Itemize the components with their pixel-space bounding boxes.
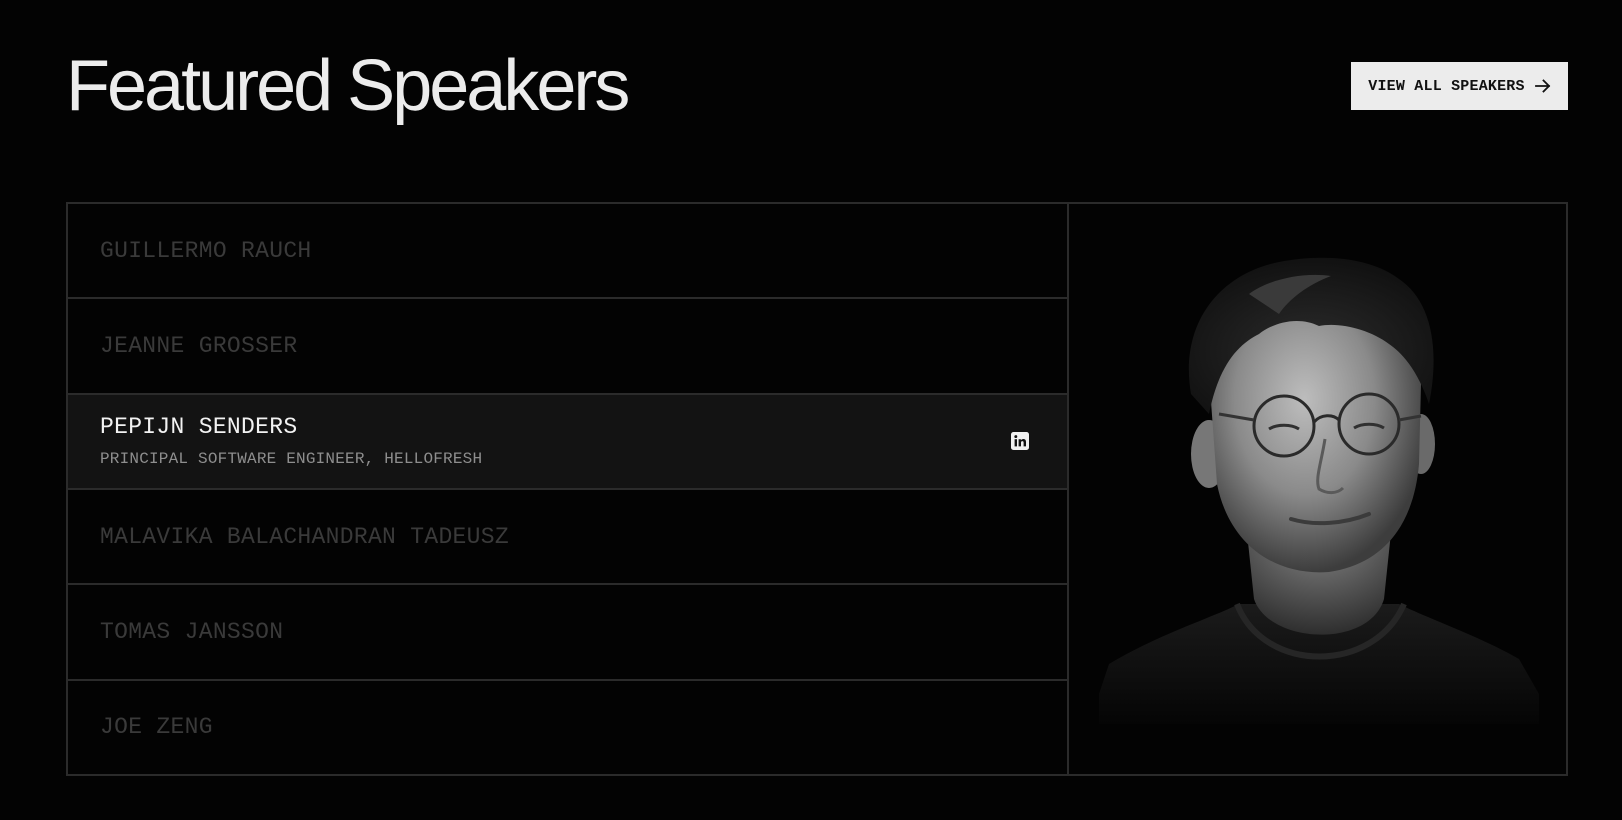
speaker-name: GUILLERMO RAUCH <box>100 237 312 264</box>
speaker-name: TOMAS JANSSON <box>100 618 284 645</box>
arrow-right-icon <box>1534 79 1550 93</box>
speaker-name: PEPIJN SENDERS <box>100 414 298 441</box>
speaker-row-tomas-jansson[interactable]: TOMAS JANSSON <box>68 585 1067 681</box>
speaker-name: JEANNE GROSSER <box>100 332 298 359</box>
speaker-role: PRINCIPAL SOFTWARE ENGINEER, HELLOFRESH <box>100 450 483 469</box>
speakers-panel: GUILLERMO RAUCH JEANNE GROSSER PEPIJN SE… <box>66 202 1568 776</box>
speaker-name: MALAVIKA BALACHANDRAN TADEUSZ <box>100 523 509 550</box>
view-all-speakers-button[interactable]: VIEW ALL SPEAKERS <box>1351 62 1568 110</box>
speaker-photo <box>1069 204 1566 774</box>
page-title: Featured Speakers <box>66 46 630 126</box>
speaker-row-pepijn-senders[interactable]: PEPIJN SENDERS PRINCIPAL SOFTWARE ENGINE… <box>68 394 1067 490</box>
speaker-row-jeanne-grosser[interactable]: JEANNE GROSSER <box>68 299 1067 395</box>
speaker-row-malavika-balachandran-tadeusz[interactable]: MALAVIKA BALACHANDRAN TADEUSZ <box>68 490 1067 586</box>
view-all-label: VIEW ALL SPEAKERS <box>1368 77 1525 95</box>
linkedin-icon[interactable] <box>1011 432 1029 451</box>
speaker-row-guillermo-rauch[interactable]: GUILLERMO RAUCH <box>68 204 1067 300</box>
speaker-list: GUILLERMO RAUCH JEANNE GROSSER PEPIJN SE… <box>68 204 1069 774</box>
speaker-name: JOE ZENG <box>100 714 213 741</box>
speaker-row-joe-zeng[interactable]: JOE ZENG <box>68 681 1067 774</box>
